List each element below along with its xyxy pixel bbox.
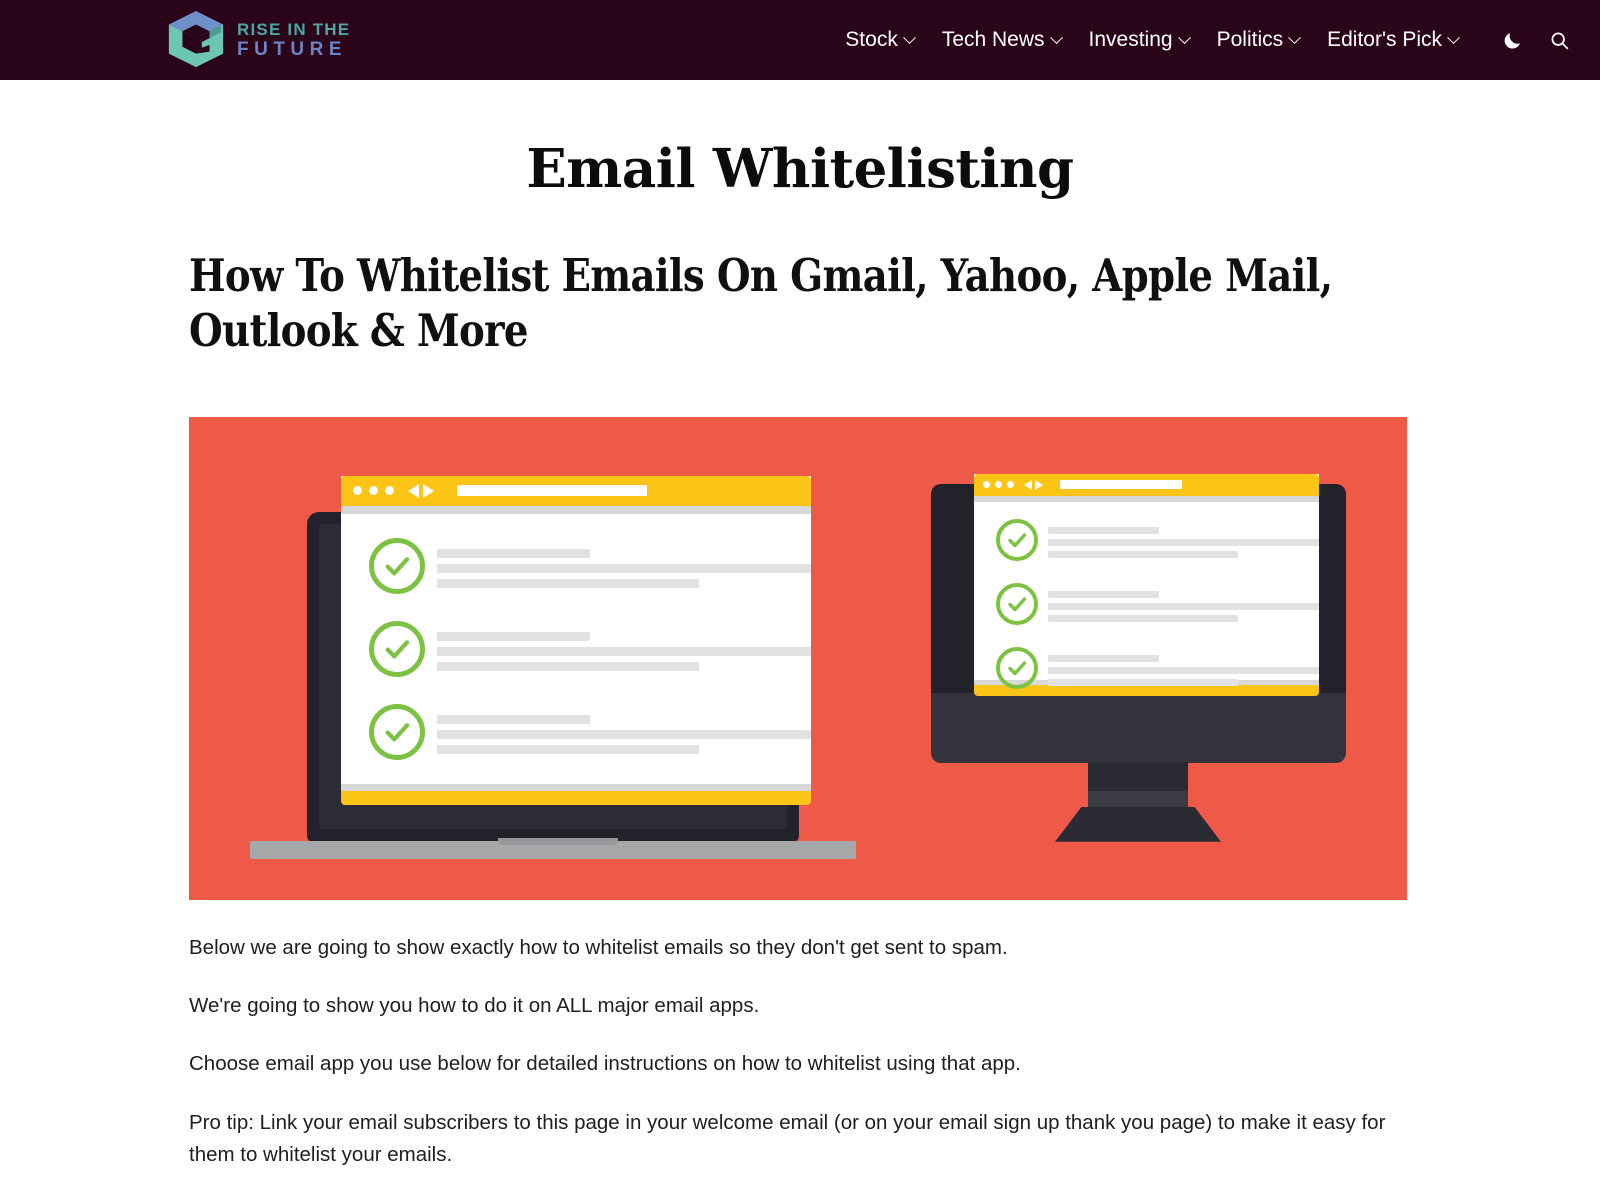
monitor-chin xyxy=(931,692,1346,763)
nav-item-politics[interactable]: Politics xyxy=(1203,28,1314,52)
placeholder-line xyxy=(437,729,811,739)
browser-window-laptop xyxy=(341,475,811,805)
placeholder-line xyxy=(1048,538,1319,546)
paragraph-1: Below we are going to show exactly how t… xyxy=(189,935,1008,959)
placeholder-line xyxy=(1048,602,1319,610)
search-icon[interactable] xyxy=(1549,30,1570,51)
nav-item-tech-news[interactable]: Tech News xyxy=(928,28,1075,52)
window-dot-icon xyxy=(983,481,990,489)
browser-url-bar xyxy=(1060,480,1182,490)
placeholder-line xyxy=(1048,666,1319,674)
window-dot-icon xyxy=(995,481,1002,489)
chevron-down-icon xyxy=(1049,30,1063,44)
arrow-left-icon xyxy=(1024,479,1032,490)
moon-icon[interactable] xyxy=(1502,30,1523,51)
page-title: Email Whitelisting xyxy=(526,138,1074,200)
monitor-foot xyxy=(1055,806,1221,842)
placeholder-line xyxy=(437,631,591,641)
placeholder-line xyxy=(437,646,811,656)
placeholder-line xyxy=(437,714,591,724)
check-circle-icon xyxy=(369,620,425,677)
nav-label-stock: Stock xyxy=(845,28,898,51)
nav-item-investing[interactable]: Investing xyxy=(1075,28,1203,52)
check-circle-icon xyxy=(996,582,1038,625)
placeholder-line xyxy=(1048,654,1160,662)
checklist-row xyxy=(974,646,1319,691)
placeholder-lines xyxy=(437,714,811,760)
arrow-right-icon xyxy=(423,483,434,498)
nav-label-editors-pick: Editor's Pick xyxy=(1327,28,1442,51)
cube-logo-icon xyxy=(168,10,224,68)
placeholder-lines xyxy=(1048,526,1319,563)
chevron-down-icon xyxy=(1447,30,1460,44)
hero-illustration xyxy=(189,416,1407,900)
paragraph-2: We're going to show you how to do it on … xyxy=(189,994,760,1018)
logo-wordmark: RISE IN THE FUTURE xyxy=(237,21,350,59)
arrow-right-icon xyxy=(1035,479,1043,490)
nav-item-stock[interactable]: Stock xyxy=(845,28,928,52)
site-header: RISE IN THE FUTURE Stock Tech News Inves… xyxy=(0,0,1600,80)
placeholder-line xyxy=(1048,526,1160,534)
placeholder-line xyxy=(437,563,811,573)
laptop-notch xyxy=(498,837,618,845)
article-heading: How To Whitelist Emails On Gmail, Yahoo,… xyxy=(189,249,1333,358)
browser-bookmark-bar xyxy=(341,505,811,514)
browser-titlebar xyxy=(341,475,811,506)
browser-window-monitor xyxy=(974,473,1319,696)
placeholder-line xyxy=(1048,550,1238,558)
placeholder-line xyxy=(437,578,699,588)
article-body: Below we are going to show exactly how t… xyxy=(189,932,1412,1200)
placeholder-lines xyxy=(1048,590,1319,627)
window-dot-icon xyxy=(353,486,362,496)
article-container: How To Whitelist Emails On Gmail, Yahoo,… xyxy=(188,248,1412,1200)
browser-titlebar xyxy=(974,473,1319,496)
check-circle-icon xyxy=(369,703,425,760)
site-logo[interactable]: RISE IN THE FUTURE xyxy=(165,9,350,71)
window-dots xyxy=(983,481,1014,489)
browser-footer-bar xyxy=(341,790,811,805)
checklist-row xyxy=(974,582,1319,627)
browser-footer-line xyxy=(341,783,811,791)
window-dot-icon xyxy=(385,486,394,496)
paragraph-3: Choose email app you use below for detai… xyxy=(189,1052,1021,1076)
nav-label-investing: Investing xyxy=(1088,28,1173,51)
placeholder-line xyxy=(437,744,699,754)
window-dot-icon xyxy=(369,486,378,496)
nav-arrows xyxy=(408,483,434,498)
checklist-row xyxy=(974,518,1319,563)
browser-content xyxy=(974,501,1319,689)
nav-label-politics: Politics xyxy=(1216,28,1284,51)
window-dot-icon xyxy=(1007,481,1014,489)
placeholder-line xyxy=(1048,590,1160,598)
nav-item-editors-pick[interactable]: Editor's Pick xyxy=(1313,28,1472,52)
placeholder-line xyxy=(1048,678,1238,686)
logo-line-2: FUTURE xyxy=(237,39,348,60)
placeholder-lines xyxy=(437,548,811,594)
check-circle-icon xyxy=(996,646,1038,689)
arrow-left-icon xyxy=(408,483,419,498)
browser-url-bar xyxy=(457,485,647,497)
placeholder-lines xyxy=(1048,654,1319,691)
window-dots xyxy=(353,486,394,496)
logo-line-1: RISE IN THE xyxy=(237,20,351,39)
main-navigation: Stock Tech News Investing Politics Edito… xyxy=(845,28,1570,52)
checklist-row xyxy=(341,537,811,594)
chevron-down-icon xyxy=(1177,30,1191,44)
header-icon-group xyxy=(1502,30,1570,51)
checklist-row xyxy=(341,620,811,677)
placeholder-lines xyxy=(437,631,811,677)
placeholder-line xyxy=(1048,614,1238,622)
check-circle-icon xyxy=(369,537,425,594)
chevron-down-icon xyxy=(1288,30,1301,44)
paragraph-4: Pro tip: Link your email subscribers to … xyxy=(189,1110,1386,1167)
checklist-row xyxy=(341,703,811,760)
chevron-down-icon xyxy=(902,30,916,44)
check-circle-icon xyxy=(996,518,1038,561)
placeholder-line xyxy=(437,548,591,558)
nav-label-tech-news: Tech News xyxy=(941,28,1045,51)
placeholder-line xyxy=(437,661,699,671)
browser-content xyxy=(341,513,811,784)
nav-arrows xyxy=(1024,479,1043,490)
